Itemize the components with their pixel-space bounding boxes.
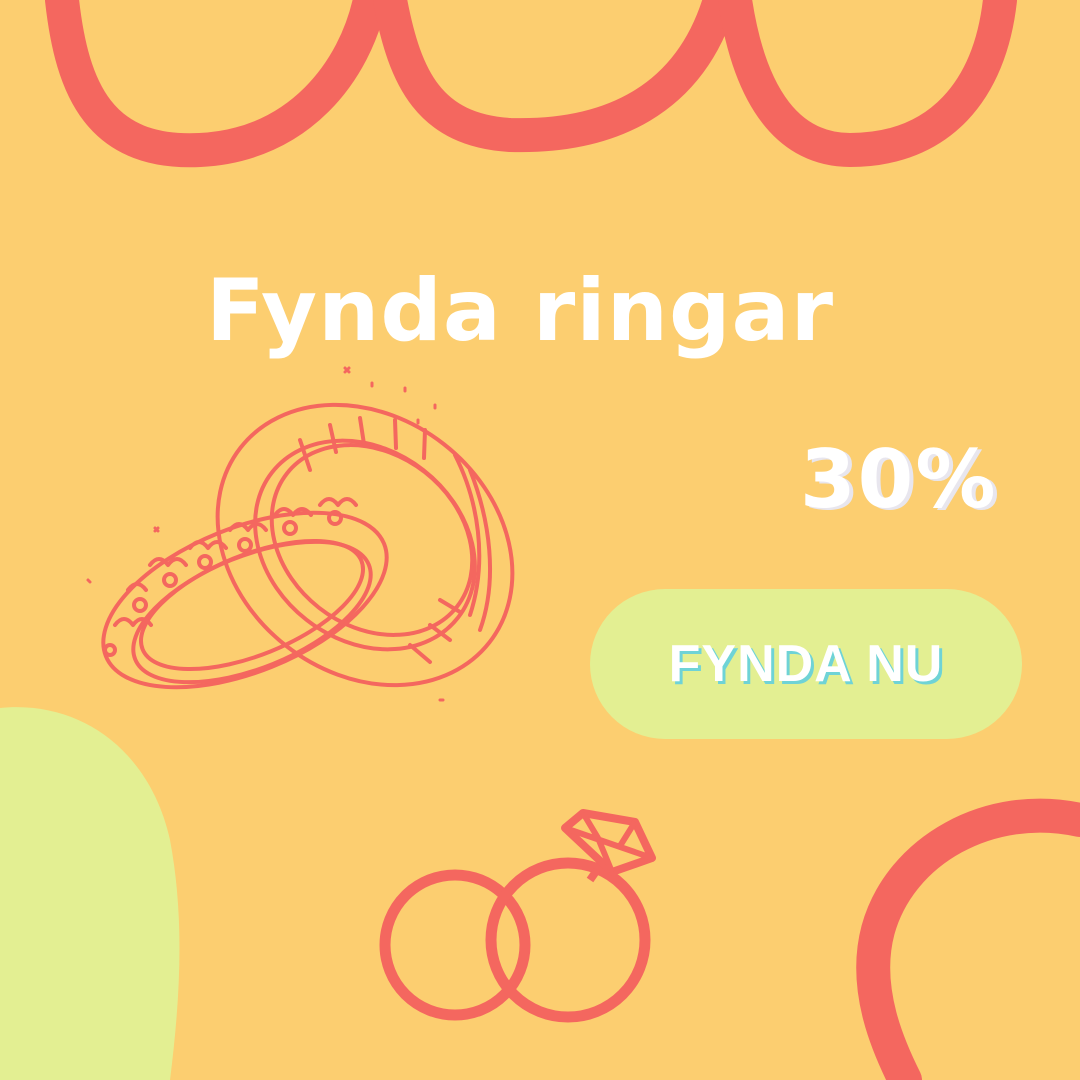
- wedding-rings-diamond-icon: [379, 809, 656, 1023]
